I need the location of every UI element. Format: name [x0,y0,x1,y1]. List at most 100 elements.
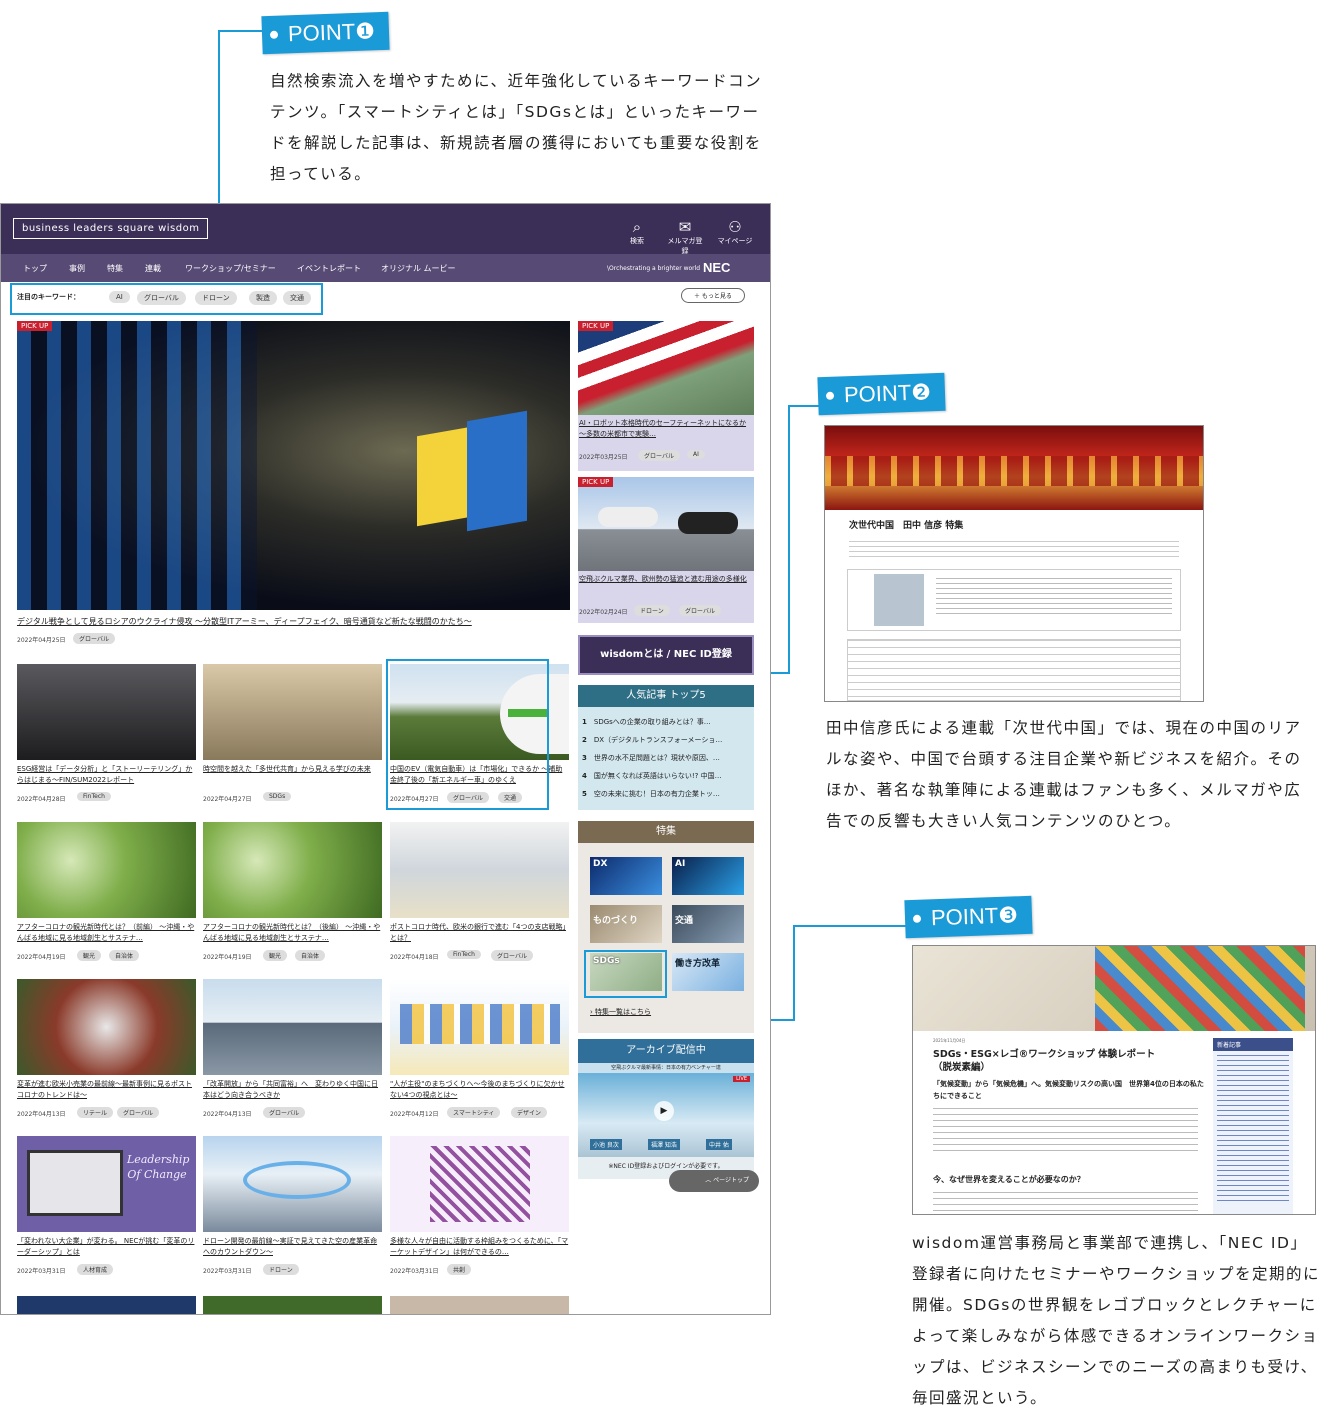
point-1-note: 自然検索流入を増やすために、近年強化しているキーワードコンテンツ。「スマートシテ… [270,72,763,183]
article-title[interactable]: 多様な人々が自由に活動する枠組みをつくるために、「マーケットデザイン」は何ができ… [390,1236,569,1258]
china-series-title: 次世代中国 田中 信彦 特集 [849,521,964,531]
side-article-tag[interactable]: ドローン [634,605,670,616]
hero-title[interactable]: デジタル戦争として見るロシアのウクライナ侵攻 ～分散型ITアーミー、ディープフェ… [17,616,570,627]
article-tag[interactable]: FinTech [447,950,481,959]
page-top-button[interactable]: ︿ ページトップ [669,1170,759,1192]
article-thumbnail[interactable] [17,822,196,918]
article-title[interactable]: アフターコロナの観光新時代とは？（前編） ～沖縄・やんばる地域に見る地域創生とサ… [17,922,196,944]
article-thumbnail[interactable] [17,979,196,1075]
feature-list-link[interactable]: › 特集一覧はこちら [590,1007,651,1017]
ranking-item[interactable]: 3 世界の水不足問題とは？現状や原因、… [582,753,720,763]
article-tag[interactable]: グローバル [117,1107,159,1118]
nav-top[interactable]: トップ [23,263,47,274]
article-tag[interactable]: グローバル [491,950,533,961]
speaker-name: 小池 良次 [590,1139,622,1150]
article-tag[interactable]: スマートシティ [447,1107,501,1118]
header-mypage[interactable]: ⚇ マイページ [715,218,755,246]
article-title[interactable]: アフターコロナの観光新時代とは？（後編） ～沖縄・やんばる地域に見る地域創生とサ… [203,922,382,944]
side-article-image[interactable] [578,321,754,415]
leadership-thumb-text: Leadership Of Change [127,1153,190,1181]
article-thumbnail[interactable] [390,1136,569,1232]
article-thumbnail[interactable] [390,822,569,918]
article-thumbnail[interactable]: Leadership Of Change [17,1136,196,1232]
article-thumbnail[interactable] [203,979,382,1075]
article-tag[interactable]: 人材育成 [77,1264,114,1275]
ranking-item[interactable]: 2 DX（デジタルトランスフォーメーショ… [582,735,722,745]
article-tag[interactable]: 自治体 [295,950,326,961]
article-title[interactable]: 「変われない大企業」が変わる。 NECが挑む「変革のリーダーシップ」とは [17,1236,196,1258]
series-description-box [847,639,1181,701]
nec-logo[interactable]: NEC [703,260,730,275]
article-title[interactable]: ESG経営は「データ分析」と「ストーリーテリング」からはじまる～FIN/SUM2… [17,764,196,786]
china-intro-text [849,541,1179,559]
article-tag[interactable]: 観光 [77,950,102,961]
side-article-tag[interactable]: グローバル [679,605,721,616]
feature-tile[interactable]: ものづくり [590,905,662,943]
header-mail[interactable]: ✉ メルマガ登録 [665,218,705,256]
article-tag[interactable]: 観光 [263,950,288,961]
archive-video-thumbnail[interactable]: LIVE 小池 良次 福澤 知浩 中井 佑 ▶ [578,1073,754,1157]
article-tag[interactable]: ドローン [263,1264,299,1275]
ranking-item[interactable]: 5 空の未来に挑む！日本の有力企業トッ… [582,789,720,799]
article-tag[interactable]: リテール [77,1107,114,1118]
nav-cases[interactable]: 事例 [69,263,85,274]
nav-workshop[interactable]: ワークショップ/セミナー [185,263,276,274]
article-tag[interactable]: FinTech [77,792,111,801]
nec-tagline: \Orchestrating a brighter world [607,265,701,272]
side-article-image[interactable] [578,477,754,571]
side-article-tag[interactable]: グローバル [638,450,680,461]
article-thumbnail[interactable] [17,664,196,760]
article-thumbnail[interactable] [17,1296,196,1314]
play-icon[interactable]: ▶ [654,1101,674,1121]
feature-tile[interactable]: AI [672,857,744,895]
hero-image[interactable] [17,321,570,610]
article-title[interactable]: ドローン開発の最前線～実証で見えてきた空の産業革命へのカウントダウン～ [203,1236,382,1258]
point-2-label: POINT❷ [843,379,932,408]
article-thumbnail[interactable] [203,664,382,760]
nav-feature[interactable]: 特集 [107,263,123,274]
ranking-item[interactable]: 4 国が無くなれば英語はいらない!? 中国… [582,771,722,781]
article-thumbnail[interactable] [203,1136,382,1232]
article-tag[interactable]: 共創 [447,1264,472,1275]
article-thumbnail[interactable] [203,822,382,918]
point-2-tag: POINT❷ [817,372,946,416]
site-logo[interactable]: business leaders square wisdom [13,218,209,239]
hero-date: 2022年04月25日 [17,637,66,644]
article-thumbnail[interactable] [203,1296,382,1314]
article-thumbnail[interactable] [390,1296,569,1314]
feature-tile[interactable]: 交通 [672,905,744,943]
header-search[interactable]: ⌕ 検索 [617,218,657,246]
article-title[interactable]: ポストコロナ時代、欧米の銀行で進む「4つの支店戦略」とは？ [390,922,569,944]
article-thumbnail[interactable] [390,979,569,1075]
side-article-title[interactable]: AI・ロボット本格時代のセーフティーネットになるか ～多数の米都市で実験… [579,418,751,440]
side-article-tag[interactable]: AI [687,450,705,459]
article-tag[interactable]: SDGs [263,792,292,801]
article-title[interactable]: 変革が進む欧米小売業の最前線～最新事例に見るポストコロナのトレンドは～ [17,1079,196,1101]
point-3-tag: POINT❸ [904,895,1033,939]
article-tag[interactable]: 自治体 [109,950,140,961]
feature-tile[interactable]: DX [590,857,662,895]
nav-series[interactable]: 連載 [145,263,161,274]
plus-icon: ＋ [694,293,702,300]
article-title[interactable]: "人が主役"のまちづくりへ～今後のまちづくりに欠かせない4つの視点とは～ [390,1079,569,1101]
hero-tag[interactable]: グローバル [73,633,115,644]
article-title[interactable]: 「改革開放」から「共同富裕」へ 変わりゆく中国に日本はどう向き合うべきか [203,1079,382,1101]
archive-title: アーカイブ配信中 [578,1039,754,1063]
author-photo [874,574,924,626]
mail-icon: ✉ [678,218,692,236]
nav-event[interactable]: イベントレポート [297,263,361,274]
side-article-title[interactable]: 空飛ぶクルマ業界、欧州勢の猛追と進む用途の多様化 [579,574,751,585]
article-tag[interactable]: グローバル [263,1107,305,1118]
live-badge: LIVE [733,1076,750,1082]
feature-list-link-label: 特集一覧はこちら [595,1008,652,1016]
lego-sidebar: 新着記事 [1213,1038,1293,1214]
wisdom-register-button[interactable]: wisdomとは / NEC ID登録 [578,635,754,675]
wisdom-site-screenshot: business leaders square wisdom ⌕ 検索 ✉ メルマガ… [0,203,771,1315]
nav-movie[interactable]: オリジナル ムービー [381,263,456,274]
point-1-label: POINT❶ [287,18,376,47]
article-title[interactable]: 時空間を越えた「多世代共育」から見える学びの未来 [203,764,382,775]
feature-tile[interactable]: 働き方改革 [672,953,744,991]
ranking-item[interactable]: 1 SDGsへの企業の取り組みとは？事… [582,717,711,727]
article-tag[interactable]: デザイン [511,1107,548,1118]
more-keywords-button[interactable]: ＋ もっと見る [681,288,745,303]
